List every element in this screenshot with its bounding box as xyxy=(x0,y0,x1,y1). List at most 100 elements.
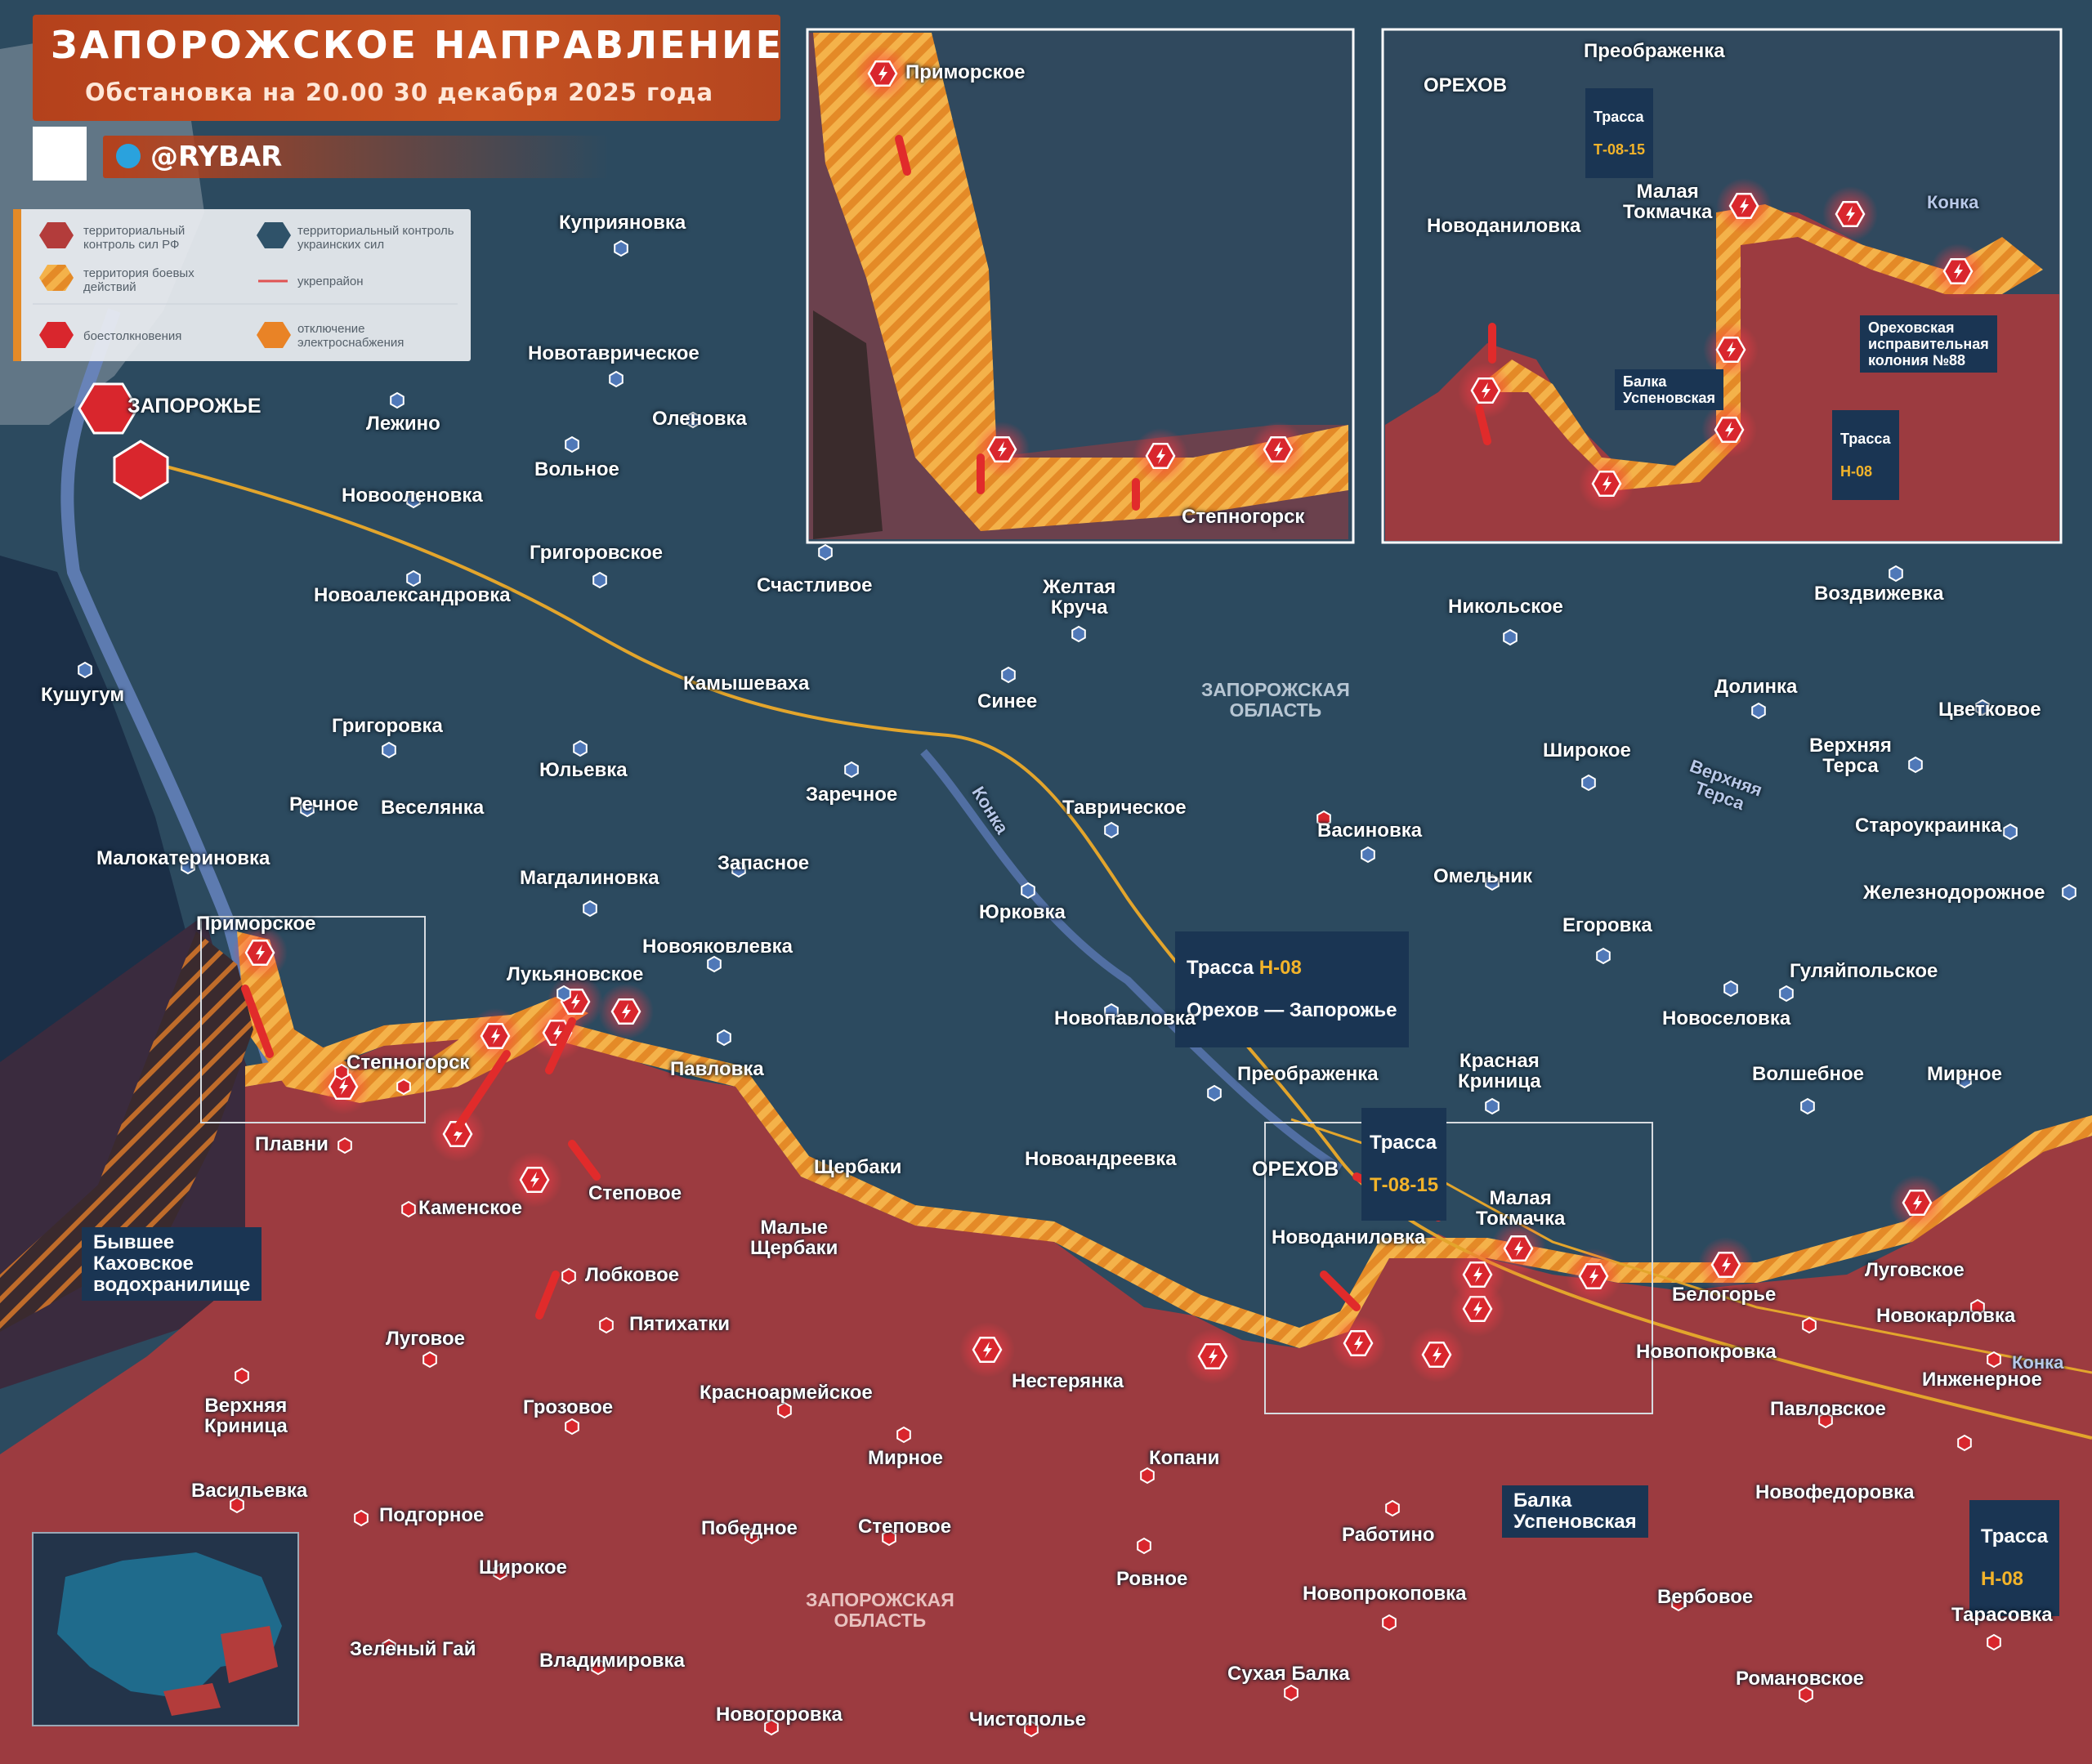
label-stepovoe[interactable]: Степовое xyxy=(588,1183,682,1204)
label-novopavlovka[interactable]: Новопавловка xyxy=(1054,1008,1196,1029)
label-sinee[interactable]: Синее xyxy=(977,691,1037,712)
label-chistopole[interactable]: Чистополье xyxy=(969,1709,1086,1730)
label-preobrazhenka[interactable]: Преображенка xyxy=(1237,1064,1379,1084)
label-schastlivoe[interactable]: Счастливое xyxy=(757,575,873,596)
label-kamyshevakha[interactable]: Камышеваха xyxy=(683,673,809,694)
label-verbovoe[interactable]: Вербовое xyxy=(1657,1587,1753,1607)
label-lugovoe-w[interactable]: Луговое xyxy=(386,1329,465,1349)
label-pobednoe[interactable]: Победное xyxy=(701,1518,798,1538)
label-vasilyevka[interactable]: Васильевка xyxy=(191,1480,307,1501)
label-rovnoe[interactable]: Ровное xyxy=(1116,1569,1187,1589)
label-tavricheskoe[interactable]: Таврическое xyxy=(1062,797,1187,818)
label-yulyevka[interactable]: Юльевка xyxy=(539,760,628,780)
label-zeleny-gay[interactable]: Зеленый Гай xyxy=(350,1639,476,1659)
label-kushugum[interactable]: Кушугум xyxy=(41,685,124,705)
label-lezhino[interactable]: Лежино xyxy=(366,413,440,434)
label-belogorye[interactable]: Белогорье xyxy=(1672,1284,1776,1305)
power-outage-icon xyxy=(257,322,291,348)
label-grigorovka[interactable]: Григоровка xyxy=(332,716,443,736)
label-orekhov[interactable]: ОРЕХОВ xyxy=(1252,1159,1339,1181)
label-egorovka[interactable]: Егоровка xyxy=(1562,915,1652,936)
label-volnoe[interactable]: Вольное xyxy=(534,459,619,480)
label-malaya-tokmachka[interactable]: Малая Токмачка xyxy=(1476,1188,1565,1230)
label-gulyaypolskoe[interactable]: Гуляйпольское xyxy=(1790,961,1938,981)
label-zaporozhye[interactable]: ЗАПОРОЖЬЕ xyxy=(127,395,262,418)
label-staroukrainka[interactable]: Староукраинка xyxy=(1855,815,2001,836)
label-novogorovka[interactable]: Новогоровка xyxy=(716,1704,843,1725)
label-plavni[interactable]: Плавни xyxy=(255,1134,329,1154)
label-inset1-stepnogorsk[interactable]: Степногорск xyxy=(1182,507,1304,527)
label-stepnogorsk[interactable]: Степногорск xyxy=(346,1052,469,1073)
label-pyatikhatki[interactable]: Пятихатки xyxy=(629,1314,730,1334)
ua-settlement-icon xyxy=(382,741,396,759)
label-novoolenovka[interactable]: Новооленовка xyxy=(342,485,483,506)
label-vladimirovka[interactable]: Владимировка xyxy=(539,1650,685,1671)
label-nesteryanka[interactable]: Нестерянка xyxy=(1012,1371,1124,1391)
label-nikolskoe[interactable]: Никольское xyxy=(1448,596,1563,617)
label-stepovoe-s[interactable]: Степовое xyxy=(858,1516,951,1537)
label-rechnoe[interactable]: Речное xyxy=(289,794,359,815)
label-vozdvizhevka[interactable]: Воздвижевка xyxy=(1814,583,1944,604)
label-inset2-preobrazhenka[interactable]: Преображенка xyxy=(1584,41,1725,61)
label-zheleznodorozhnoe[interactable]: Железнодорожное xyxy=(1863,882,2045,903)
ru-settlement-icon xyxy=(1987,1351,2001,1369)
label-kuprianovka[interactable]: Куприяновка xyxy=(559,212,686,233)
label-kopani[interactable]: Копани xyxy=(1149,1448,1219,1468)
label-novoprokopovka[interactable]: Новопрокоповка xyxy=(1303,1583,1467,1604)
label-pavlovskoe[interactable]: Павловское xyxy=(1770,1399,1886,1419)
label-krasnaya-krinitsa[interactable]: Красная Криница xyxy=(1458,1051,1541,1092)
label-zheltaya-krucha[interactable]: Желтая Круча xyxy=(1043,577,1115,619)
label-primorskoe[interactable]: Приморское xyxy=(196,913,315,934)
label-novotavricheskoe[interactable]: Новотаврическое xyxy=(528,343,700,364)
label-scherbaki[interactable]: Щербаки xyxy=(814,1157,901,1177)
label-omelnik[interactable]: Омельник xyxy=(1433,866,1532,886)
label-pavlovka[interactable]: Павловка xyxy=(670,1059,764,1079)
label-lobkovoe[interactable]: Лобковое xyxy=(585,1265,679,1285)
label-zarechnoe[interactable]: Заречное xyxy=(806,784,897,805)
label-krasnoarmeyskoe[interactable]: Красноармейское xyxy=(700,1382,873,1403)
ua-settlement-icon xyxy=(1800,1097,1815,1115)
label-sukhaya-balka[interactable]: Сухая Балка xyxy=(1227,1664,1350,1684)
ua-settlement-icon xyxy=(1485,1097,1500,1115)
label-inset1-primorskoe[interactable]: Приморское xyxy=(905,62,1025,83)
label-kamenskoe[interactable]: Каменское xyxy=(418,1198,522,1218)
label-podgornoe[interactable]: Подгорное xyxy=(379,1505,484,1525)
label-novokarlovka[interactable]: Новокарловка xyxy=(1876,1306,2015,1326)
label-novoyakovlevka[interactable]: Новояковлевка xyxy=(642,936,793,957)
label-shirokoe-n[interactable]: Широкое xyxy=(1543,740,1631,761)
label-inset2-novodanilovka[interactable]: Новоданиловка xyxy=(1427,216,1580,236)
label-romanovskoe[interactable]: Романовское xyxy=(1736,1668,1864,1689)
label-mirnoe-e[interactable]: Мирное xyxy=(1927,1064,2002,1084)
label-shirokoe-s[interactable]: Широкое xyxy=(479,1557,567,1578)
label-inset2-orekhov[interactable]: ОРЕХОВ xyxy=(1424,75,1507,96)
label-novopokrovka[interactable]: Новопокровка xyxy=(1636,1342,1777,1362)
label-yurkovka[interactable]: Юрковка xyxy=(979,902,1066,922)
label-malye-scherbaki[interactable]: Малые Щербаки xyxy=(750,1217,838,1259)
label-magdalinovka[interactable]: Магдалиновка xyxy=(520,868,659,888)
label-malokaterinovka[interactable]: Малокатериновка xyxy=(96,848,270,869)
label-verkhnyaya-krinitsa[interactable]: Верхняя Криница xyxy=(204,1396,288,1437)
label-verkhnyaya-tersa[interactable]: Верхняя Терса xyxy=(1809,735,1892,777)
label-veselyanka[interactable]: Веселянка xyxy=(381,797,484,818)
label-zapasnoe[interactable]: Запасное xyxy=(717,853,809,873)
label-grozovoe[interactable]: Грозовое xyxy=(523,1397,613,1418)
label-novoselovka[interactable]: Новоселовка xyxy=(1662,1008,1790,1029)
label-novodanilovka[interactable]: Новоданиловка xyxy=(1272,1227,1425,1248)
explosion-icon xyxy=(598,984,654,1039)
label-volshebnoe[interactable]: Волшебное xyxy=(1752,1064,1864,1084)
label-vasinovka[interactable]: Васиновка xyxy=(1317,820,1422,841)
label-lugovskoe[interactable]: Луговское xyxy=(1865,1260,1965,1280)
label-lukyanovskoe[interactable]: Лукьяновское xyxy=(507,964,643,985)
label-grigorovskoe[interactable]: Григоровское xyxy=(530,543,663,563)
label-mirnoe-s[interactable]: Мирное xyxy=(868,1448,943,1468)
label-novofedorovka[interactable]: Новофедоровка xyxy=(1755,1482,1914,1503)
label-inset2-malaya-tokmachka[interactable]: Малая Токмачка xyxy=(1623,181,1712,223)
label-olenovka[interactable]: Оленовка xyxy=(652,409,747,429)
label-novoandreevka[interactable]: Новоандреевка xyxy=(1025,1149,1177,1169)
label-novoaleksandrovka[interactable]: Новоалександровка xyxy=(314,585,511,605)
label-tarasovka[interactable]: Тарасовка xyxy=(1951,1605,2053,1625)
ua-settlement-icon xyxy=(844,761,859,779)
label-rabotino[interactable]: Работино xyxy=(1342,1525,1435,1545)
label-dolinka[interactable]: Долинка xyxy=(1714,677,1797,697)
label-tsvetkovoe[interactable]: Цветковое xyxy=(1938,699,2041,720)
